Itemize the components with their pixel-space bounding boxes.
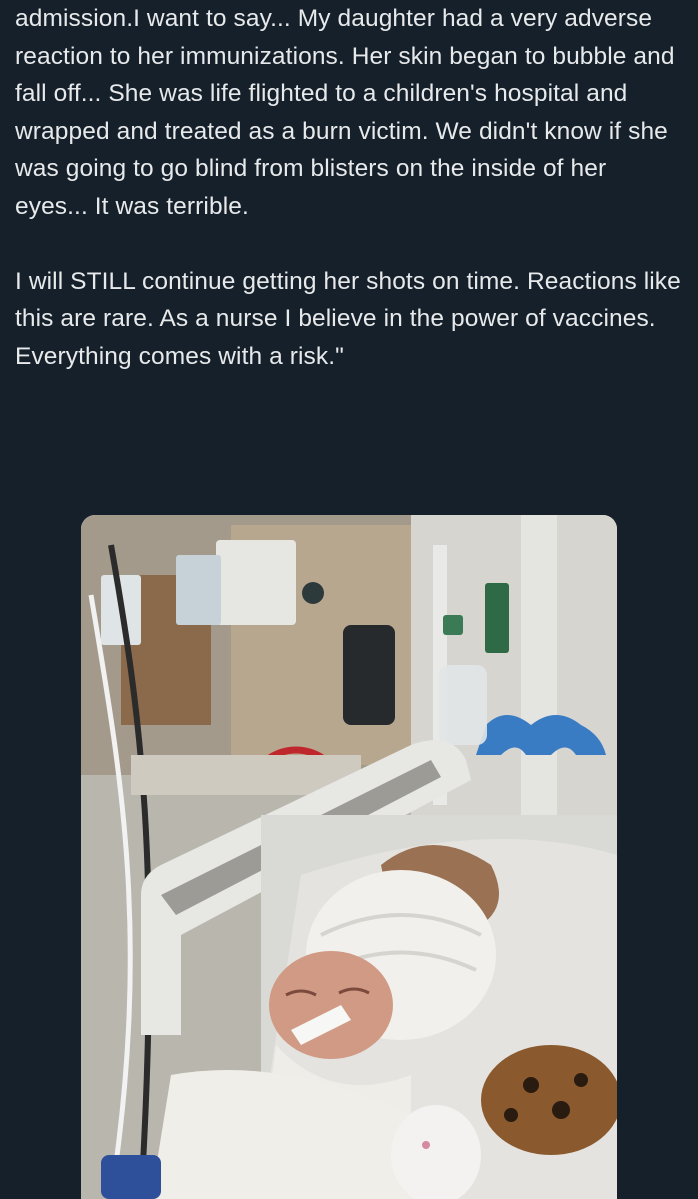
- post-body: admission.I want to say... My daughter h…: [15, 0, 685, 375]
- photo-illustration: [81, 515, 617, 1199]
- post-paragraph-2: I will STILL continue getting her shots …: [15, 267, 681, 370]
- post-paragraph-1: admission.I want to say... My daughter h…: [15, 5, 675, 220]
- post-photo[interactable]: [81, 515, 617, 1199]
